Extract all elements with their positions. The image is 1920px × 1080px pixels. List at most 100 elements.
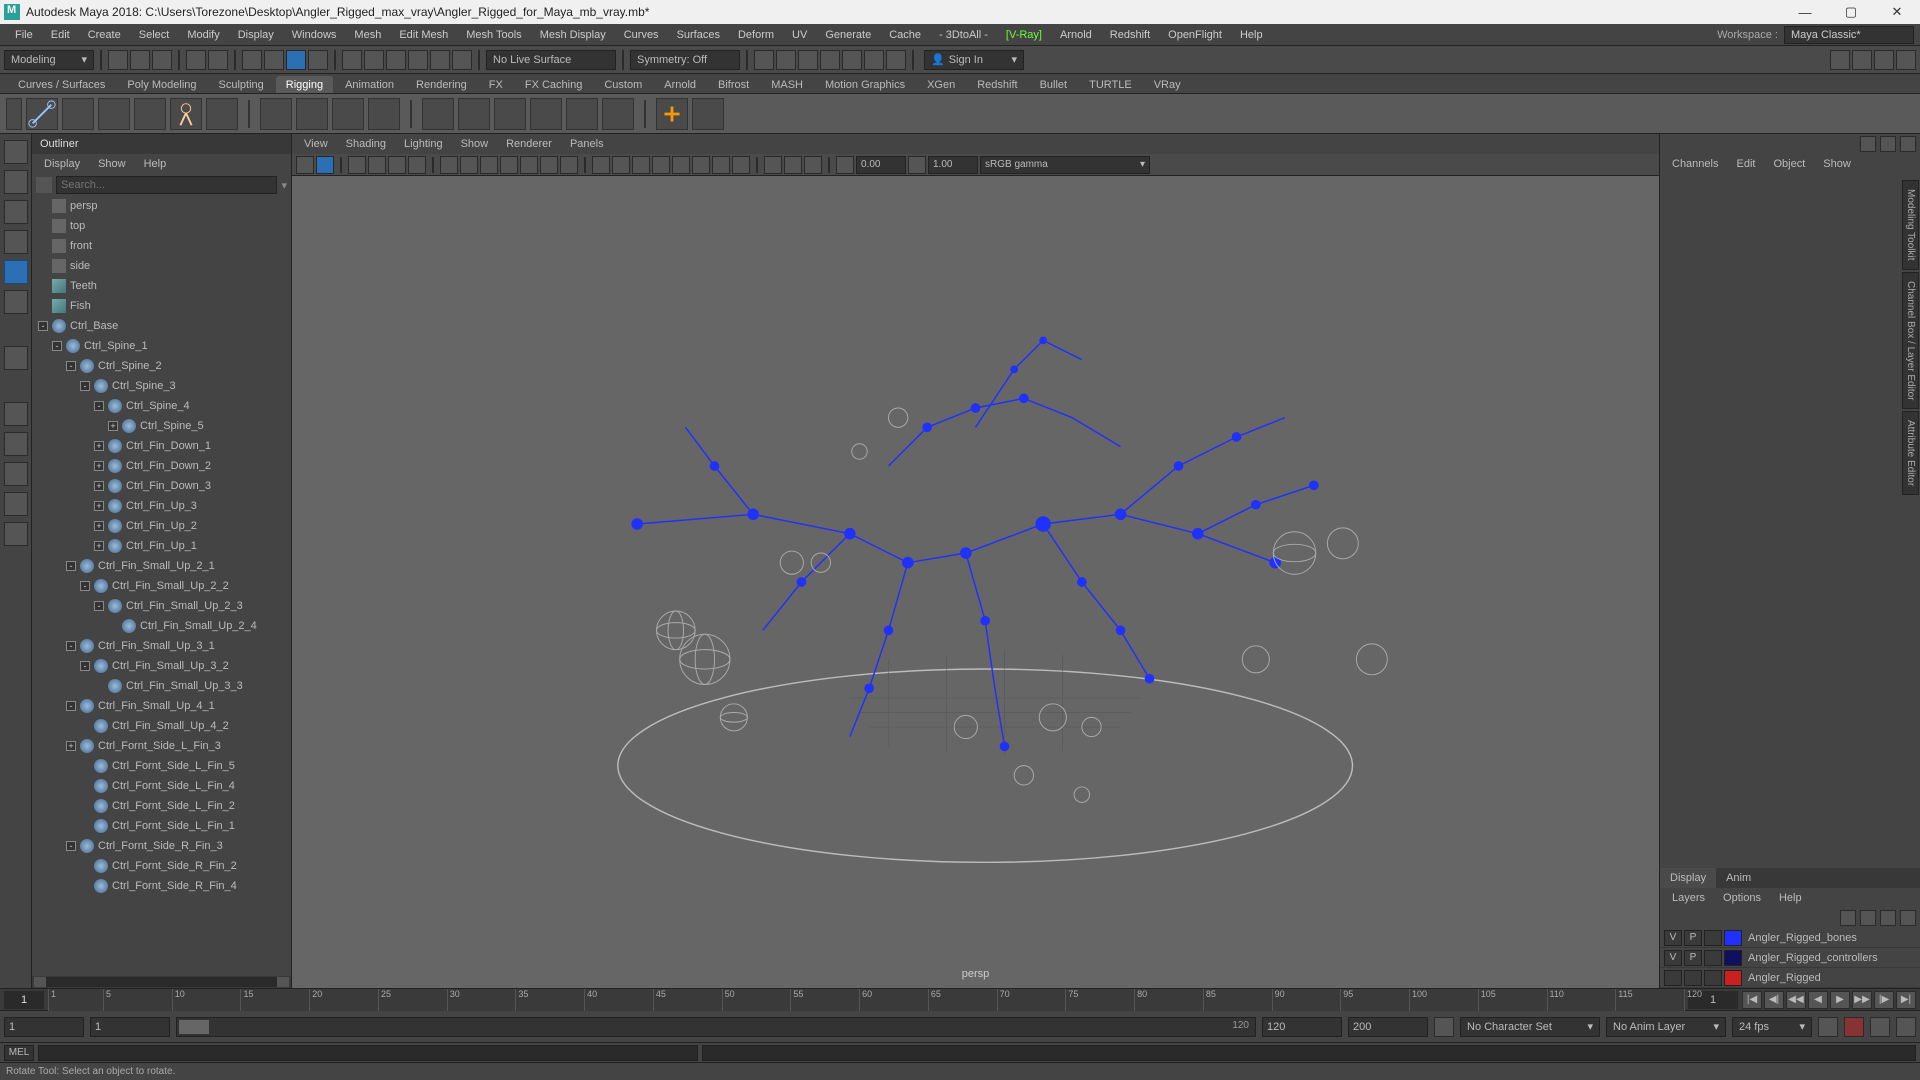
vp-field-chart-icon[interactable] [520, 156, 538, 174]
outliner-search-input[interactable] [56, 176, 277, 194]
tree-expand-icon[interactable]: + [94, 481, 104, 491]
workspace-dropdown[interactable]: Maya Classic* [1784, 26, 1914, 44]
layer-color-swatch[interactable] [1724, 970, 1742, 986]
shelf-tab-motiongraphics[interactable]: Motion Graphics [815, 76, 915, 93]
menu-uv[interactable]: UV [783, 24, 816, 46]
mode-dropdown[interactable]: Modeling▾ [4, 50, 94, 70]
shelf-tab-vray[interactable]: VRay [1144, 76, 1191, 93]
menu-deform[interactable]: Deform [729, 24, 783, 46]
snap-grid-icon[interactable] [342, 50, 362, 70]
ipr-icon[interactable] [776, 50, 796, 70]
script-editor-icon[interactable] [1896, 1017, 1916, 1037]
tree-item[interactable]: +Ctrl_Fin_Down_1 [32, 436, 291, 456]
menu-meshdisplay[interactable]: Mesh Display [531, 24, 615, 46]
tree-item[interactable]: +Ctrl_Fin_Down_2 [32, 456, 291, 476]
symmetry-dropdown[interactable]: Symmetry: Off [630, 50, 740, 70]
new-scene-icon[interactable] [108, 50, 128, 70]
lattice-icon[interactable] [260, 98, 292, 130]
outliner-menu-help[interactable]: Help [136, 158, 175, 170]
tree-expand-icon[interactable]: - [80, 661, 90, 671]
tree-item[interactable]: Ctrl_Fornt_Side_L_Fin_5 [32, 756, 291, 776]
vp-xray-icon[interactable] [784, 156, 802, 174]
layout-single-icon[interactable] [4, 402, 28, 426]
tree-item[interactable]: Teeth [32, 276, 291, 296]
menu-mesh[interactable]: Mesh [345, 24, 390, 46]
menu-edit[interactable]: Edit [42, 24, 79, 46]
paint-select-tool-icon[interactable] [4, 200, 28, 224]
anim-start-field[interactable]: 1 [4, 1017, 84, 1037]
tree-item[interactable]: Ctrl_Fin_Small_Up_4_2 [32, 716, 291, 736]
tree-expand-icon[interactable]: - [66, 701, 76, 711]
tree-expand-icon[interactable]: - [66, 561, 76, 571]
layer-move-down-icon[interactable] [1860, 910, 1876, 926]
range-slider[interactable]: 120 [176, 1017, 1256, 1037]
tree-item[interactable]: -Ctrl_Spine_3 [32, 376, 291, 396]
tree-item[interactable]: +Ctrl_Fin_Down_3 [32, 476, 291, 496]
shelf-tab-mash[interactable]: MASH [761, 76, 813, 93]
blend-shape-icon[interactable] [332, 98, 364, 130]
paint-weights-icon[interactable] [494, 98, 526, 130]
play-forward-button[interactable]: ▶ [1830, 991, 1850, 1009]
layer-v-toggle[interactable]: V [1664, 930, 1682, 946]
channel-toggle-2-icon[interactable] [1880, 136, 1896, 152]
channel-menu-show[interactable]: Show [1815, 158, 1859, 170]
vp-gamma-field[interactable]: 1.00 [928, 156, 978, 174]
step-back-key-button[interactable]: ◀| [1764, 991, 1784, 1009]
vp-gate-mask-icon[interactable] [500, 156, 518, 174]
select-comp-icon[interactable] [286, 50, 306, 70]
layer-new-selected-icon[interactable] [1900, 910, 1916, 926]
tree-item[interactable]: -Ctrl_Fin_Small_Up_2_1 [32, 556, 291, 576]
vp-grease-pencil-icon[interactable] [408, 156, 426, 174]
mirror-weights-icon[interactable] [530, 98, 562, 130]
layer-menu-layers[interactable]: Layers [1664, 892, 1713, 904]
menu-help[interactable]: Help [1231, 24, 1272, 46]
viewport-menu-shading[interactable]: Shading [338, 138, 394, 150]
layout-persp-icon[interactable] [4, 492, 28, 516]
menu-create[interactable]: Create [79, 24, 130, 46]
layer-p-toggle[interactable]: P [1684, 950, 1702, 966]
time-slider[interactable]: 1 15101520253035404550556065707580859095… [0, 988, 1920, 1010]
menu-openflight[interactable]: OpenFlight [1159, 24, 1231, 46]
tree-item[interactable]: -Ctrl_Fin_Small_Up_2_3 [32, 596, 291, 616]
bind-skin-icon[interactable] [422, 98, 454, 130]
go-to-start-button[interactable]: |◀ [1742, 991, 1762, 1009]
scale-tool-icon[interactable] [4, 290, 28, 314]
layer-p-toggle[interactable]: P [1684, 930, 1702, 946]
save-scene-icon[interactable] [152, 50, 172, 70]
vp-textured-icon[interactable] [632, 156, 650, 174]
tree-item[interactable]: Ctrl_Fornt_Side_R_Fin_4 [32, 876, 291, 896]
ik-handle-icon[interactable] [170, 98, 202, 130]
layer-move-up-icon[interactable] [1840, 910, 1856, 926]
tree-item[interactable]: Ctrl_Fin_Small_Up_3_3 [32, 676, 291, 696]
last-tool-icon[interactable] [4, 346, 28, 370]
layer-type-cell[interactable] [1704, 970, 1722, 986]
tree-item[interactable]: Ctrl_Fornt_Side_L_Fin_2 [32, 796, 291, 816]
tree-item[interactable]: -Ctrl_Fin_Small_Up_3_1 [32, 636, 291, 656]
layer-type-cell[interactable] [1704, 950, 1722, 966]
script-lang-toggle[interactable]: MEL [4, 1045, 34, 1061]
shelf-tab-bifrost[interactable]: Bifrost [708, 76, 759, 93]
live-surface-dropdown[interactable]: No Live Surface [486, 50, 616, 70]
layer-tab-anim[interactable]: Anim [1716, 868, 1761, 888]
hypershade-icon[interactable] [842, 50, 862, 70]
tree-item[interactable]: -Ctrl_Spine_4 [32, 396, 291, 416]
insert-joint-icon[interactable] [62, 98, 94, 130]
layer-p-toggle[interactable] [1684, 970, 1702, 986]
current-frame[interactable]: 1 [4, 991, 44, 1009]
layer-color-swatch[interactable] [1724, 930, 1742, 946]
command-input[interactable] [38, 1045, 698, 1061]
anim-layer-dropdown[interactable]: No Anim Layer▾ [1606, 1017, 1726, 1037]
time-ruler[interactable]: 1510152025303540455055606570758085909510… [48, 989, 1684, 1011]
tree-expand-icon[interactable]: - [66, 361, 76, 371]
mirror-joint-icon[interactable] [98, 98, 130, 130]
toggle-channel-box-icon[interactable] [1896, 50, 1916, 70]
open-scene-icon[interactable] [130, 50, 150, 70]
vp-xray-joints-icon[interactable] [804, 156, 822, 174]
step-forward-button[interactable]: ▶▶ [1852, 991, 1872, 1009]
menu-surfaces[interactable]: Surfaces [668, 24, 729, 46]
vp-colorspace-dropdown[interactable]: sRGB gamma▾ [980, 156, 1150, 174]
shelf-tab-sculpting[interactable]: Sculpting [209, 76, 274, 93]
wrap-icon[interactable] [368, 98, 400, 130]
shelf-tab-fxcaching[interactable]: FX Caching [515, 76, 592, 93]
channel-toggle-3-icon[interactable] [1900, 136, 1916, 152]
